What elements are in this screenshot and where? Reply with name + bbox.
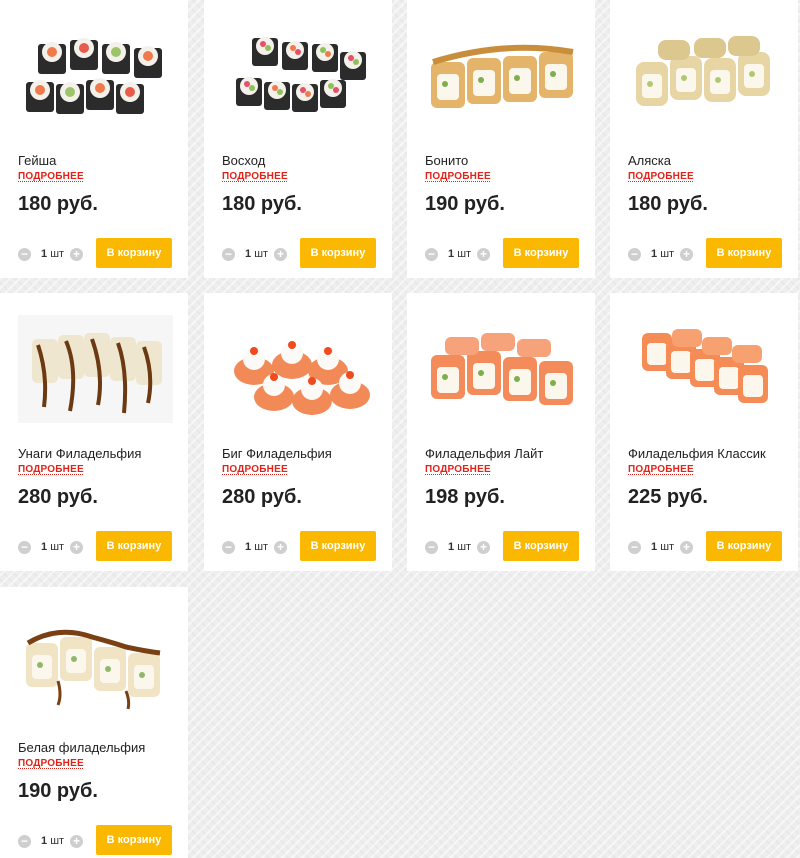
add-to-cart-button[interactable]: В корзину [300,531,376,561]
product-price: 198 руб. [425,486,505,508]
minus-icon[interactable]: − [628,247,641,261]
quantity-value: 1 шт [41,541,65,553]
add-to-cart-button[interactable]: В корзину [706,238,782,268]
add-to-cart-button[interactable]: В корзину [300,238,376,268]
minus-icon[interactable]: − [18,247,31,261]
details-link[interactable]: ПОДРОБНЕЕ [222,464,288,475]
product-price: 280 руб. [18,486,98,508]
quantity-stepper: − 1 шт + [222,246,288,262]
product-image[interactable] [628,22,783,130]
product-image[interactable] [628,315,783,423]
product-image[interactable] [18,315,173,423]
product-card: Унаги Филадельфия ПОДРОБНЕЕ 280 руб. − 1… [0,293,188,571]
product-price: 190 руб. [425,193,505,215]
details-link[interactable]: ПОДРОБНЕЕ [18,171,84,182]
details-link[interactable]: ПОДРОБНЕЕ [628,171,694,182]
quantity-value: 1 шт [41,835,65,847]
product-card: Аляска ПОДРОБНЕЕ 180 руб. − 1 шт + В кор… [610,0,798,278]
product-image[interactable] [425,315,580,423]
plus-icon[interactable]: + [477,540,491,554]
quantity-stepper: − 1 шт + [18,539,84,555]
product-price: 180 руб. [18,193,98,215]
plus-icon[interactable]: + [70,834,84,848]
product-card: Гейша ПОДРОБНЕЕ 180 руб. − 1 шт + В корз… [0,0,188,278]
details-link[interactable]: ПОДРОБНЕЕ [425,464,491,475]
plus-icon[interactable]: + [70,540,84,554]
minus-icon[interactable]: − [628,540,641,554]
details-link[interactable]: ПОДРОБНЕЕ [18,758,84,769]
product-name[interactable]: Бонито [425,153,468,168]
product-name[interactable]: Восход [222,153,265,168]
add-to-cart-button[interactable]: В корзину [503,531,579,561]
quantity-value: 1 шт [651,541,675,553]
add-to-cart-button[interactable]: В корзину [706,531,782,561]
product-image[interactable] [18,609,173,717]
add-to-cart-button[interactable]: В корзину [96,238,172,268]
quantity-value: 1 шт [41,248,65,260]
minus-icon[interactable]: − [18,834,31,848]
product-image[interactable] [425,22,580,130]
quantity-value: 1 шт [448,248,472,260]
details-link[interactable]: ПОДРОБНЕЕ [222,171,288,182]
product-image[interactable] [18,22,173,130]
product-name[interactable]: Белая филадельфия [18,740,145,755]
product-name[interactable]: Филадельфия Классик [628,446,766,461]
minus-icon[interactable]: − [425,540,438,554]
quantity-stepper: − 1 шт + [628,246,694,262]
quantity-value: 1 шт [651,248,675,260]
plus-icon[interactable]: + [680,247,694,261]
minus-icon[interactable]: − [18,540,31,554]
minus-icon[interactable]: − [425,247,438,261]
details-link[interactable]: ПОДРОБНЕЕ [18,464,84,475]
product-card: Биг Филадельфия ПОДРОБНЕЕ 280 руб. − 1 ш… [204,293,392,571]
product-price: 280 руб. [222,486,302,508]
quantity-value: 1 шт [245,541,269,553]
product-card: Белая филадельфия ПОДРОБНЕЕ 190 руб. − 1… [0,587,188,858]
quantity-value: 1 шт [245,248,269,260]
product-image[interactable] [222,315,377,423]
quantity-stepper: − 1 шт + [222,539,288,555]
product-card: Бонито ПОДРОБНЕЕ 190 руб. − 1 шт + В кор… [407,0,595,278]
product-image[interactable] [222,22,377,130]
quantity-stepper: − 1 шт + [18,246,84,262]
plus-icon[interactable]: + [274,247,288,261]
quantity-stepper: − 1 шт + [425,539,491,555]
plus-icon[interactable]: + [477,247,491,261]
product-name[interactable]: Гейша [18,153,56,168]
product-card: Филадельфия Лайт ПОДРОБНЕЕ 198 руб. − 1 … [407,293,595,571]
product-price: 225 руб. [628,486,708,508]
product-name[interactable]: Биг Филадельфия [222,446,332,461]
quantity-stepper: − 1 шт + [18,833,84,849]
quantity-stepper: − 1 шт + [628,539,694,555]
plus-icon[interactable]: + [274,540,288,554]
product-name[interactable]: Аляска [628,153,671,168]
product-price: 180 руб. [628,193,708,215]
product-price: 180 руб. [222,193,302,215]
product-name[interactable]: Филадельфия Лайт [425,446,543,461]
product-grid: Гейша ПОДРОБНЕЕ 180 руб. − 1 шт + В корз… [0,0,800,858]
product-name[interactable]: Унаги Филадельфия [18,446,141,461]
quantity-stepper: − 1 шт + [425,246,491,262]
details-link[interactable]: ПОДРОБНЕЕ [628,464,694,475]
plus-icon[interactable]: + [680,540,694,554]
details-link[interactable]: ПОДРОБНЕЕ [425,171,491,182]
plus-icon[interactable]: + [70,247,84,261]
product-price: 190 руб. [18,780,98,802]
product-card: Восход ПОДРОБНЕЕ 180 руб. − 1 шт + В кор… [204,0,392,278]
minus-icon[interactable]: − [222,247,235,261]
add-to-cart-button[interactable]: В корзину [96,531,172,561]
minus-icon[interactable]: − [222,540,235,554]
add-to-cart-button[interactable]: В корзину [96,825,172,855]
add-to-cart-button[interactable]: В корзину [503,238,579,268]
quantity-value: 1 шт [448,541,472,553]
product-card: Филадельфия Классик ПОДРОБНЕЕ 225 руб. −… [610,293,798,571]
